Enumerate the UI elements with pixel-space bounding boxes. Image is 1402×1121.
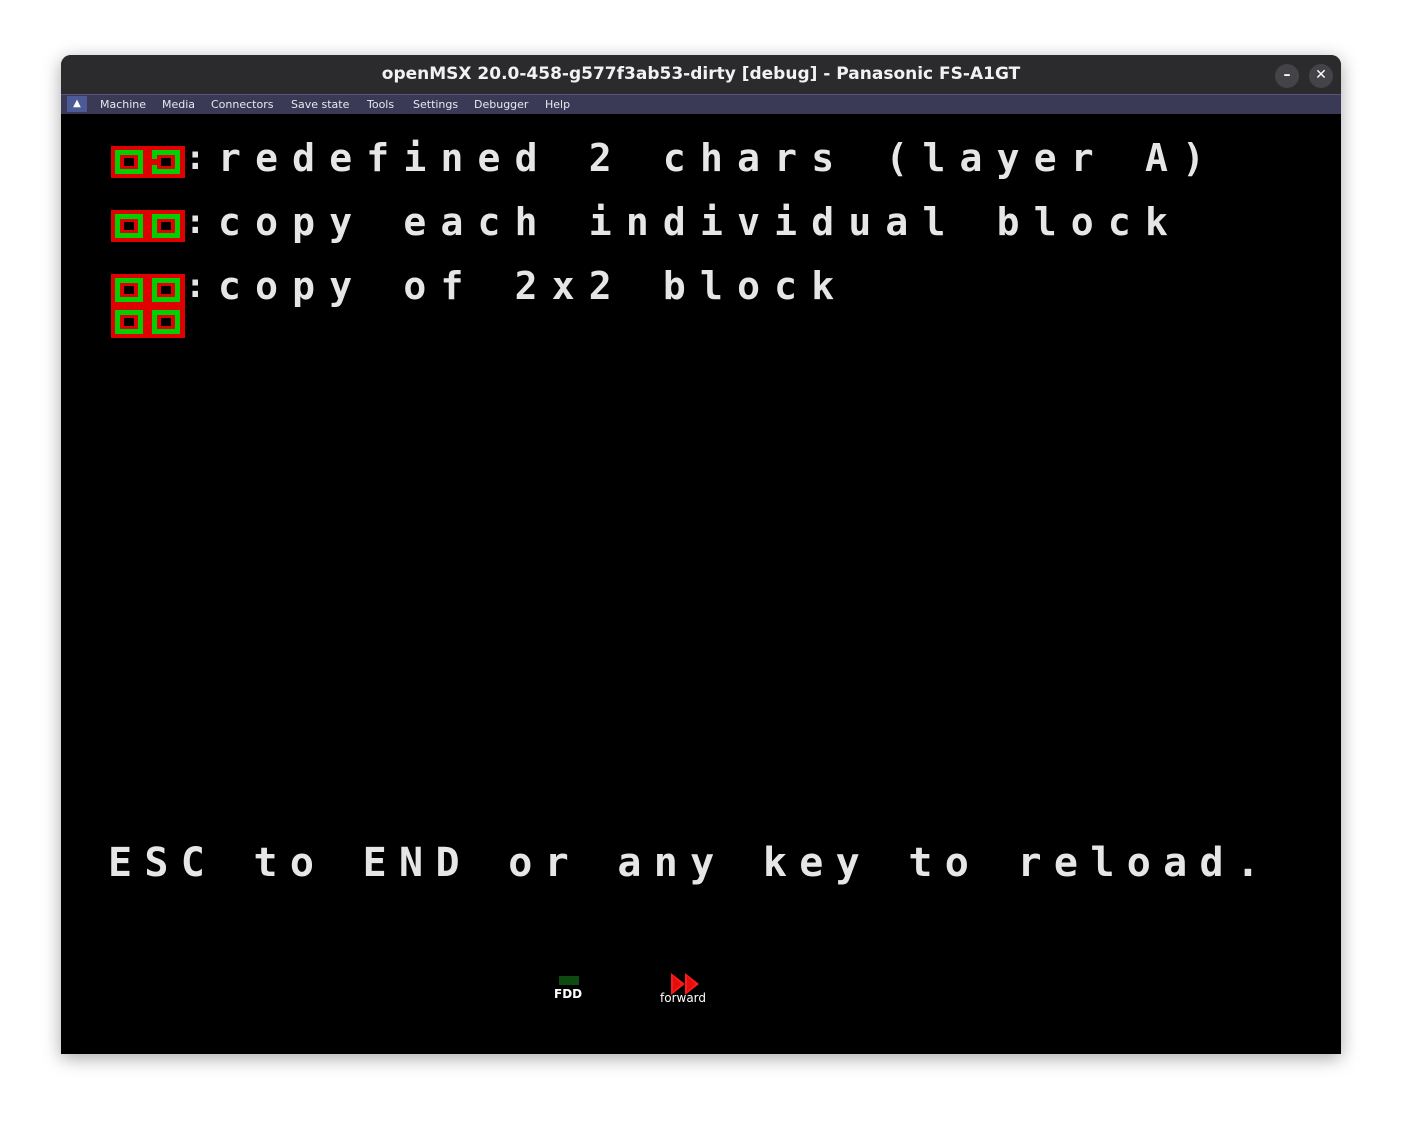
menu-bar: ▲ Machine Media Connectors Save state To…	[61, 94, 1341, 114]
emulator-window: openMSX 20.0-458-g577f3ab53-dirty [debug…	[61, 55, 1341, 1054]
tile-icon-redefined	[111, 146, 185, 178]
menu-settings[interactable]: Settings	[413, 95, 458, 114]
menu-tools[interactable]: Tools	[367, 95, 394, 114]
menu-save-state[interactable]: Save state	[291, 95, 349, 114]
line-redefined: redefined 2 chars (layer A)	[218, 136, 1220, 180]
menu-debugger[interactable]: Debugger	[474, 95, 528, 114]
minimize-button[interactable]: –	[1275, 64, 1299, 88]
menu-machine[interactable]: Machine	[100, 95, 146, 114]
window-title: openMSX 20.0-458-g577f3ab53-dirty [debug…	[381, 64, 1021, 84]
tile-icon-2x2	[111, 274, 185, 338]
title-bar[interactable]: openMSX 20.0-458-g577f3ab53-dirty [debug…	[61, 55, 1341, 94]
colon-2: :	[185, 202, 206, 242]
forward-indicator-label: forward	[660, 991, 707, 1005]
colon-1: :	[185, 138, 206, 178]
fdd-led-icon	[559, 976, 579, 985]
footer-prompt: ESC to END or any key to reload.	[108, 840, 1273, 886]
line-individual: copy each individual block	[218, 200, 1183, 244]
fdd-indicator-label: FDD	[554, 987, 583, 1001]
menu-help[interactable]: Help	[545, 95, 570, 114]
menu-media[interactable]: Media	[162, 95, 195, 114]
colon-3: :	[185, 266, 206, 306]
menu-toggle-icon[interactable]: ▲	[67, 96, 87, 112]
tile-icon-individual	[111, 210, 185, 242]
line-2x2: copy of 2x2 block	[218, 264, 849, 308]
emulator-screen[interactable]: : redefined 2 chars (layer A) : copy eac…	[61, 114, 1341, 1054]
close-button[interactable]: ✕	[1309, 64, 1333, 88]
menu-connectors[interactable]: Connectors	[211, 95, 273, 114]
